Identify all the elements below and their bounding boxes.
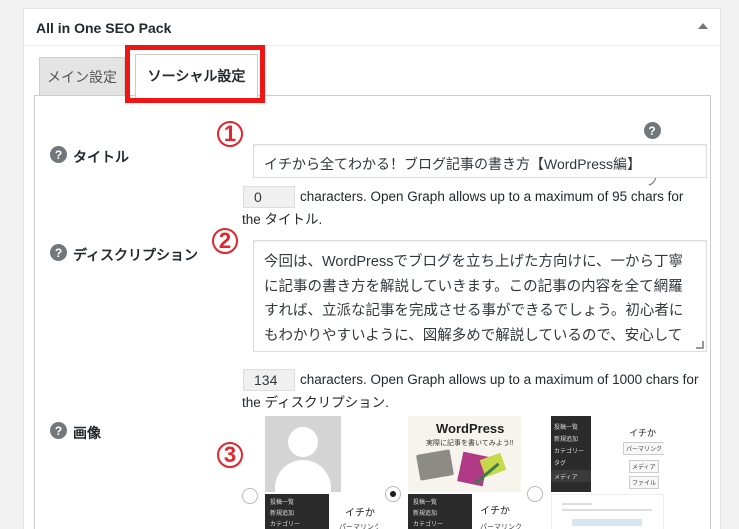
description-text: 今回は、WordPressでブログを立ち上げた方向けに、一から丁寧に記事の書き方… — [264, 254, 684, 344]
wp-eyecatch-subtitle: 実際に記事を書いてみよう!! — [426, 440, 514, 447]
image-radio-3[interactable] — [527, 486, 543, 502]
postbox-header[interactable]: All in One SEO Pack — [24, 9, 720, 46]
badge-2-icon: 2 — [210, 226, 240, 256]
collapse-arrow-icon[interactable] — [698, 23, 708, 29]
avatar-head-icon — [288, 427, 318, 457]
title-hint: characters. Open Graph allows up to a ma… — [300, 189, 684, 204]
image-option-admin-screenshot[interactable]: 投稿一覧 新規追加 カテゴリー タグ メディア イチか パーマリンク メディア … — [551, 416, 664, 492]
description-char-counter: 134 — [243, 369, 295, 391]
badge-3-icon: 3 — [215, 440, 245, 470]
tablet-icon — [416, 449, 454, 481]
og-title-input[interactable]: イチから全てわかる！ブログ記事の書き方【WordPress編】 — [253, 144, 707, 178]
wp-eyecatch-title: WordPress — [436, 421, 505, 436]
description-hint-2: the ディスクリプション. — [242, 395, 389, 410]
image-label: 画像 — [73, 425, 101, 441]
image-radio-1[interactable] — [242, 488, 258, 504]
title-char-counter: 0 — [243, 186, 295, 208]
badge-1-icon: 1 — [215, 119, 245, 149]
title-hint-2: the タイトル. — [242, 212, 323, 227]
image-help-icon[interactable]: ? — [50, 422, 67, 439]
image-option-admin-3[interactable]: 投稿一覧 新規追加 カテゴリー イチか パーマリンク — [408, 494, 521, 529]
image-option-wordpress[interactable]: WordPress 実際に記事を書いてみよう!! — [408, 416, 521, 492]
description-label: ディスクリプション — [73, 247, 199, 263]
tab-main-settings[interactable]: メイン設定 — [39, 57, 125, 96]
description-hint: characters. Open Graph allows up to a ma… — [300, 372, 699, 387]
image-option-default-avatar[interactable] — [265, 416, 341, 492]
tab-social-settings[interactable]: ソーシャル設定 — [135, 54, 258, 98]
social-settings-panel: ? タイトル 1 ? ヘルプ イチから全てわかる！ブログ記事の書き方【WordP… — [34, 95, 711, 529]
help-question-icon: ? — [643, 122, 661, 139]
title-help-icon[interactable]: ? — [50, 146, 67, 163]
title-label: タイトル — [73, 149, 129, 165]
resize-grip-icon[interactable] — [696, 341, 704, 349]
image-option-document[interactable] — [551, 494, 664, 529]
seo-postbox: All in One SEO Pack メイン設定 ソーシャル設定 ? タイトル… — [23, 8, 721, 529]
postbox-title: All in One SEO Pack — [36, 20, 172, 36]
admin-sidebar: 投稿一覧 新規追加 カテゴリー タグ メディア — [551, 416, 591, 492]
og-description-textarea[interactable]: 今回は、WordPressでブログを立ち上げた方向けに、一から丁寧に記事の書き方… — [253, 240, 707, 352]
image-radio-2[interactable] — [385, 486, 401, 502]
description-help-icon[interactable]: ? — [50, 244, 67, 261]
doc-highlight-bar — [572, 519, 642, 526]
avatar-body-icon — [275, 460, 331, 492]
image-option-admin-2[interactable]: 投稿一覧 新規追加 カテゴリー イチか パーマリンク — [265, 494, 378, 529]
